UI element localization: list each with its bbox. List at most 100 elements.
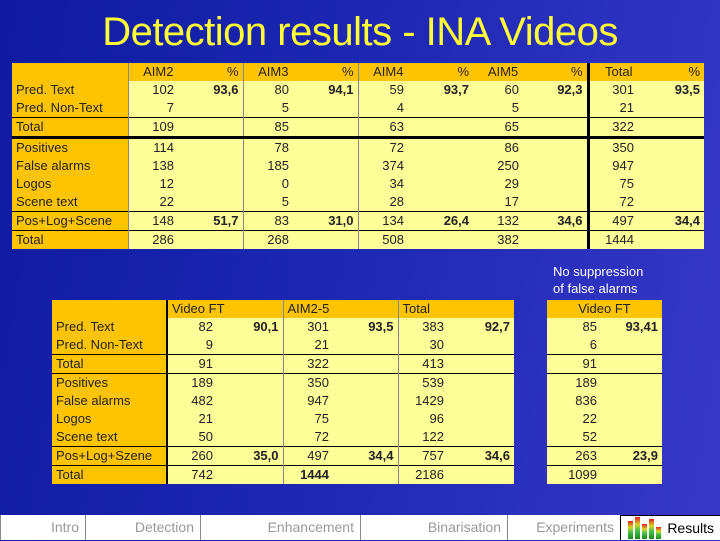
tab-binarisation[interactable]: Binarisation bbox=[360, 515, 507, 540]
value-cell: 83 bbox=[242, 211, 303, 231]
table-row: Total 286 268 508 382 1444 bbox=[12, 230, 704, 249]
value-cell: 1099 bbox=[547, 465, 605, 484]
percent-cell bbox=[648, 157, 704, 175]
column-header: Video FT bbox=[547, 300, 662, 318]
table-row: Total 91 322 413 bbox=[52, 354, 514, 374]
row-label: Scene text bbox=[52, 428, 167, 447]
percent-cell bbox=[227, 428, 283, 447]
percent-cell bbox=[418, 136, 473, 157]
value-cell: 82 bbox=[166, 318, 227, 336]
column-header: % bbox=[188, 63, 243, 81]
value-cell: 382 bbox=[473, 230, 533, 249]
percent-cell: 34,6 bbox=[458, 446, 514, 466]
percent-cell bbox=[605, 410, 662, 428]
table-row: Positives 114 78 72 86 350 bbox=[12, 136, 704, 157]
value-cell: 91 bbox=[166, 354, 227, 374]
table-row: Pred. Non-Text 7 5 4 5 21 bbox=[12, 99, 704, 118]
value-cell: 63 bbox=[357, 117, 418, 138]
value-cell: 742 bbox=[166, 465, 227, 484]
column-header: Total bbox=[586, 63, 648, 81]
row-label: Pos+Log+Szene bbox=[52, 446, 167, 466]
tab-intro[interactable]: Intro bbox=[0, 515, 85, 540]
table-header-row: Video FT bbox=[547, 300, 662, 318]
percent-cell bbox=[343, 336, 398, 355]
value-cell: 1444 bbox=[586, 230, 648, 249]
percent-cell bbox=[227, 392, 283, 410]
percent-cell bbox=[418, 117, 473, 138]
percent-cell bbox=[458, 428, 514, 447]
row-label: False alarms bbox=[52, 392, 167, 410]
value-cell: 52 bbox=[547, 428, 605, 447]
tab-results[interactable]: Results bbox=[620, 515, 720, 540]
header-corner bbox=[12, 63, 128, 81]
tab-experiments[interactable]: Experiments bbox=[507, 515, 620, 540]
table-row: 52 bbox=[547, 428, 662, 447]
percent-cell: 51,7 bbox=[188, 211, 243, 231]
value-cell: 189 bbox=[547, 373, 605, 392]
percent-cell bbox=[343, 354, 398, 374]
results-table-comparison: Video FT AIM2-5 Total Pred. Text 82 90,1 301 93… bbox=[52, 300, 514, 484]
percent-cell: 93,5 bbox=[343, 318, 398, 336]
value-cell: 301 bbox=[282, 318, 343, 336]
percent-cell bbox=[533, 157, 588, 175]
percent-cell bbox=[533, 99, 588, 118]
value-cell: 138 bbox=[127, 157, 188, 175]
table-row: Pos+Log+Szene 260 35,0 497 34,4 757 34,6 bbox=[52, 446, 514, 466]
table-row: Pred. Text 82 90,1 301 93,5 383 92,7 bbox=[52, 318, 514, 336]
value-cell: 109 bbox=[127, 117, 188, 138]
value-cell: 86 bbox=[473, 136, 533, 157]
value-cell: 114 bbox=[127, 136, 188, 157]
value-cell: 65 bbox=[473, 117, 533, 138]
tab-detection[interactable]: Detection bbox=[85, 515, 200, 540]
percent-cell bbox=[533, 193, 588, 212]
value-cell: 350 bbox=[586, 136, 648, 157]
value-cell: 413 bbox=[397, 354, 458, 374]
value-cell: 50 bbox=[166, 428, 227, 447]
column-header: AIM2 bbox=[127, 63, 188, 81]
percent-cell bbox=[303, 117, 358, 138]
value-cell: 757 bbox=[397, 446, 458, 466]
value-cell: 5 bbox=[473, 99, 533, 118]
row-label: Total bbox=[52, 354, 167, 374]
table-row: 22 bbox=[547, 410, 662, 428]
percent-cell: 93,5 bbox=[648, 81, 704, 99]
percent-cell bbox=[343, 465, 398, 484]
value-cell: 12 bbox=[127, 175, 188, 193]
column-header: % bbox=[303, 63, 358, 81]
percent-cell bbox=[303, 175, 358, 193]
value-cell: 85 bbox=[242, 117, 303, 138]
value-cell: 72 bbox=[586, 193, 648, 212]
value-cell: 9 bbox=[166, 336, 227, 355]
percent-cell bbox=[303, 99, 358, 118]
percent-cell bbox=[418, 157, 473, 175]
row-label: Total bbox=[12, 117, 128, 138]
table-row: 85 93,41 bbox=[547, 318, 662, 336]
column-header: AIM4 bbox=[357, 63, 418, 81]
results-table-aim: AIM2% AIM3% AIM4% AIM5% Total% Pred. Text 102 9… bbox=[12, 63, 704, 249]
column-header: Video FT bbox=[166, 300, 283, 318]
value-cell: 7 bbox=[127, 99, 188, 118]
tab-enhancement[interactable]: Enhancement bbox=[200, 515, 360, 540]
value-cell: 75 bbox=[282, 410, 343, 428]
percent-cell bbox=[648, 117, 704, 138]
percent-cell bbox=[533, 175, 588, 193]
percent-cell: 35,0 bbox=[227, 446, 283, 466]
value-cell: 21 bbox=[166, 410, 227, 428]
percent-cell bbox=[605, 336, 662, 355]
value-cell: 96 bbox=[397, 410, 458, 428]
row-label: Positives bbox=[52, 373, 167, 392]
value-cell: 72 bbox=[357, 136, 418, 157]
column-header: % bbox=[418, 63, 473, 81]
footer-nav: Intro Detection Enhancement Binarisation… bbox=[0, 515, 720, 540]
note-line-2: of false alarms bbox=[553, 281, 638, 296]
value-cell: 29 bbox=[473, 175, 533, 193]
percent-cell bbox=[188, 99, 243, 118]
table-row: Logos 12 0 34 29 75 bbox=[12, 175, 704, 193]
value-cell: 947 bbox=[586, 157, 648, 175]
percent-cell bbox=[303, 157, 358, 175]
percent-cell bbox=[458, 392, 514, 410]
value-cell: 374 bbox=[357, 157, 418, 175]
table-row: Scene text 22 5 28 17 72 bbox=[12, 193, 704, 212]
value-cell: 383 bbox=[397, 318, 458, 336]
percent-cell: 34,4 bbox=[648, 211, 704, 231]
